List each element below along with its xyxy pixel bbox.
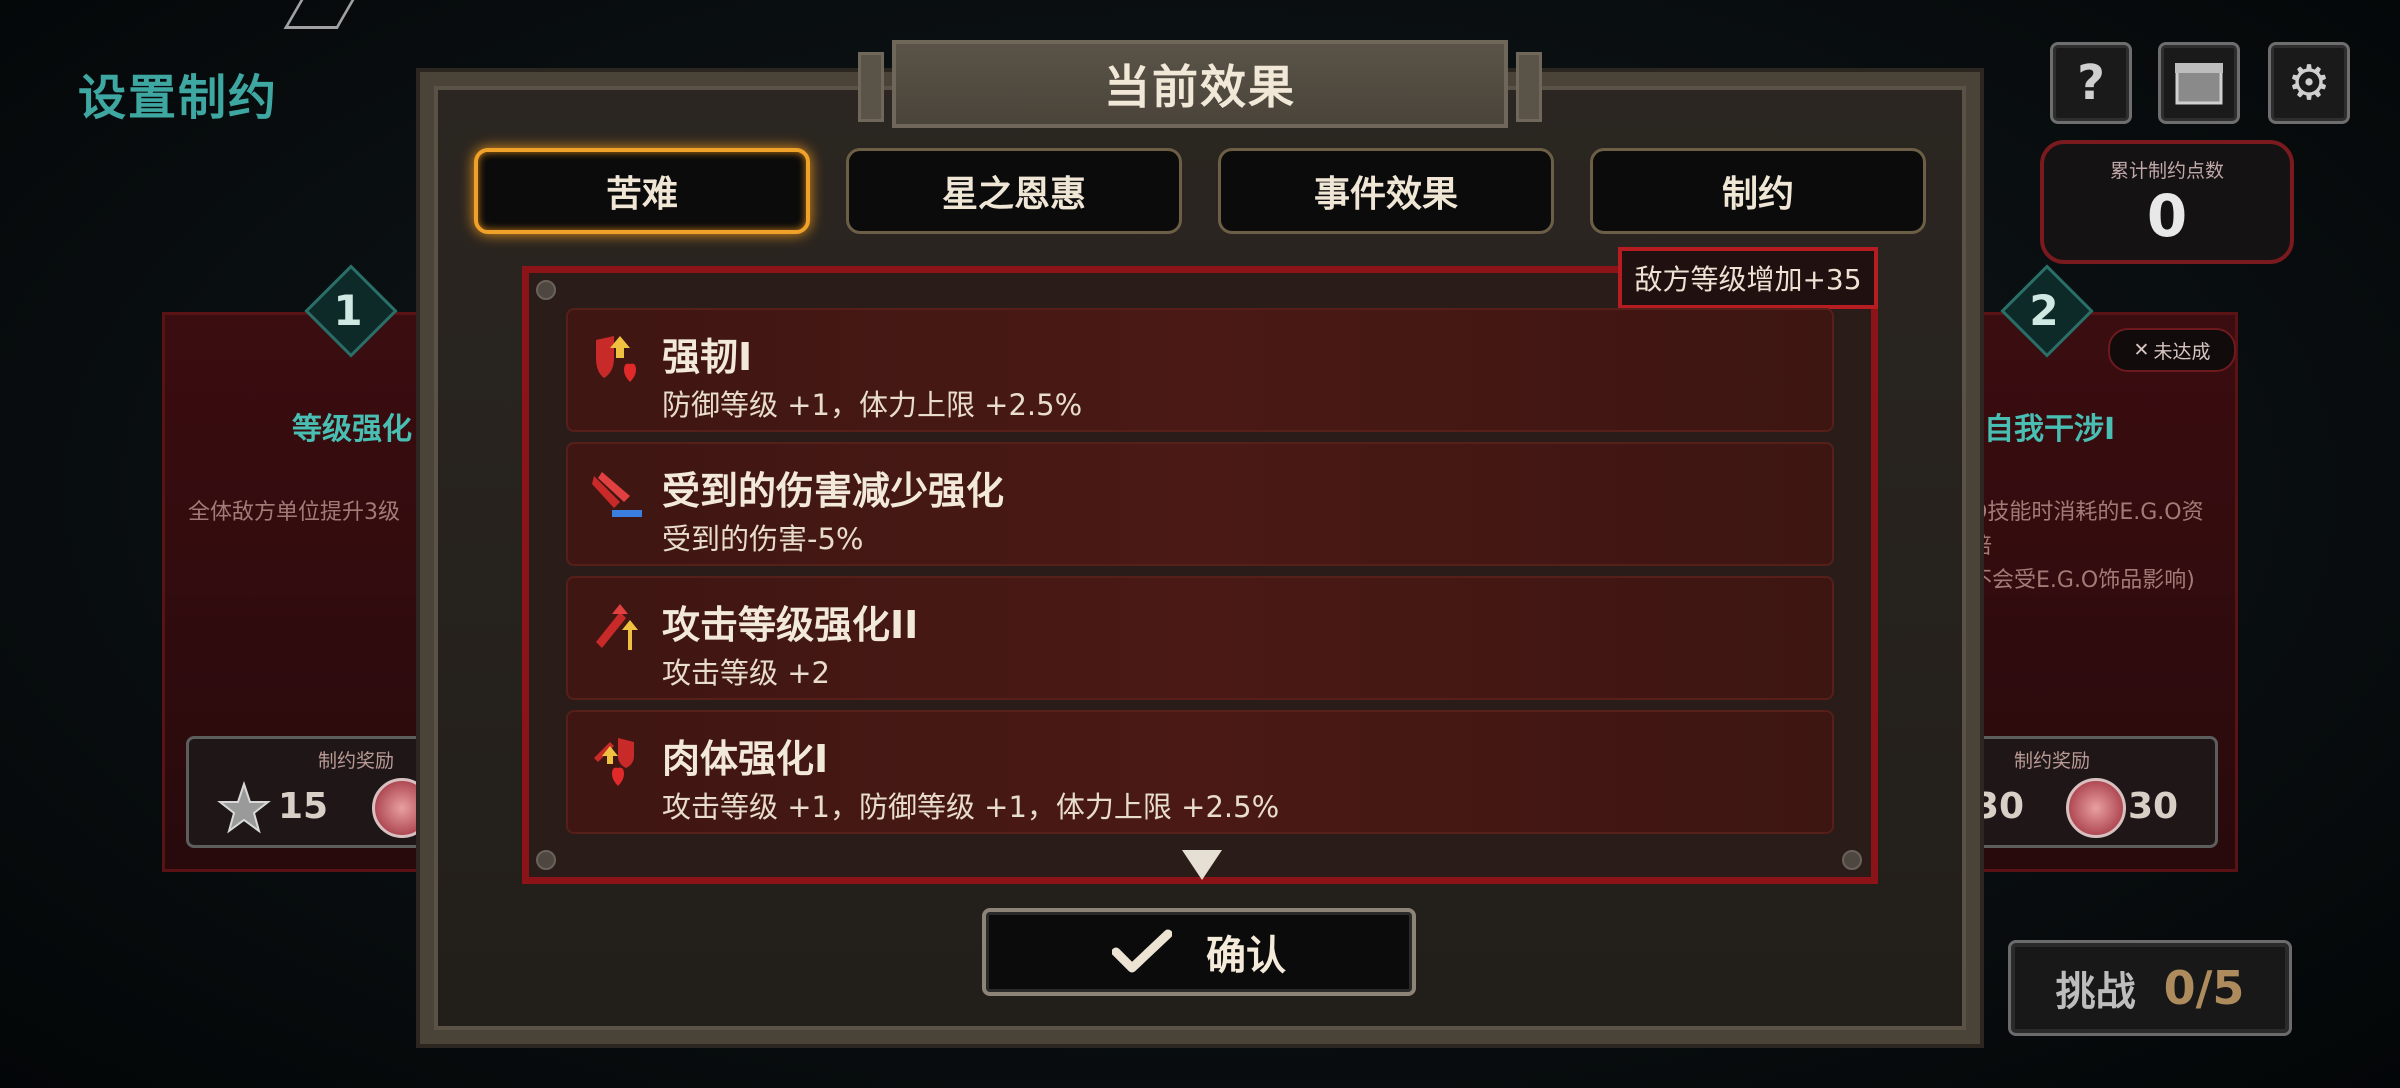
reward-label: 制约奖励 xyxy=(318,750,395,772)
title-plate-cap-right xyxy=(1516,52,1542,122)
scroll-down-icon[interactable] xyxy=(1182,850,1222,880)
status-text: 未达成 xyxy=(2153,340,2211,363)
challenge-label: 挑战 xyxy=(2055,969,2136,1015)
counter-value: 0 xyxy=(2146,182,2188,250)
effect-desc: 攻击等级 +1，防御等级 +1，体力上限 +2.5% xyxy=(662,790,1280,824)
card-name: 等级强化 xyxy=(292,412,412,447)
reward-value: 30 xyxy=(2128,786,2179,827)
card-number: 2 xyxy=(2029,286,2059,335)
body-up-icon xyxy=(594,738,634,786)
reward-label: 制约奖励 xyxy=(2014,750,2091,772)
star-icon xyxy=(217,780,271,834)
effect-desc: 防御等级 +1，体力上限 +2.5% xyxy=(662,388,1083,422)
flower-icon xyxy=(2066,778,2126,838)
card-desc-line: O技能时消耗的E.G.O资 xyxy=(1970,500,2204,525)
effect-row: 攻击等级强化II 攻击等级 +2 xyxy=(566,576,1834,700)
tab-star-grace[interactable]: 星之恩惠 xyxy=(846,148,1182,234)
box-icon xyxy=(2175,63,2223,105)
enemy-level-tag: 敌方等级增加+35 xyxy=(1618,247,1878,309)
settings-button[interactable]: ⚙ xyxy=(2268,42,2350,124)
help-button[interactable]: ? xyxy=(2050,42,2132,124)
effect-title: 受到的伤害减少强化 xyxy=(662,469,1005,513)
inventory-button[interactable] xyxy=(2158,42,2240,124)
page-title: 设置制约 xyxy=(78,70,279,126)
gear-icon: ⚙ xyxy=(2287,55,2331,111)
effect-desc: 攻击等级 +2 xyxy=(662,656,830,690)
tab-hardship[interactable]: 苦难 xyxy=(474,148,810,234)
effect-title: 攻击等级强化II xyxy=(662,603,919,647)
effect-desc: 受到的伤害-5% xyxy=(662,522,864,556)
challenge-button[interactable]: 挑战 0/5 xyxy=(2008,940,2292,1036)
checkmark-icon xyxy=(1112,929,1172,973)
status-badge: ✕ 未达成 xyxy=(2108,328,2236,372)
tab-constraints[interactable]: 制约 xyxy=(1590,148,1926,234)
constraint-points-counter: 累计制约点数 0 xyxy=(2040,140,2294,264)
close-icon: ✕ xyxy=(2133,339,2150,361)
dialog-title: 当前效果 xyxy=(1104,60,1296,114)
effect-row: 肉体强化I 攻击等级 +1，防御等级 +1，体力上限 +2.5% xyxy=(566,710,1834,834)
effect-row: 受到的伤害减少强化 受到的伤害-5% xyxy=(566,442,1834,566)
confirm-button[interactable]: 确认 xyxy=(982,908,1416,996)
card-name: 自我干涉I xyxy=(1984,412,2116,447)
confirm-label: 确认 xyxy=(1206,933,1286,979)
dialog-title-plate: 当前效果 xyxy=(892,40,1508,128)
title-plate-cap-left xyxy=(858,52,884,122)
card-number: 1 xyxy=(333,286,363,335)
effect-title: 强韧I xyxy=(662,335,753,379)
tab-event-effects[interactable]: 事件效果 xyxy=(1218,148,1554,234)
damage-reduce-icon xyxy=(592,472,642,517)
effect-row: 强韧I 防御等级 +1，体力上限 +2.5% xyxy=(566,308,1834,432)
effect-title: 肉体强化I xyxy=(662,737,829,781)
card-desc: 全体敌方单位提升3级 xyxy=(188,500,400,525)
question-icon: ? xyxy=(2077,55,2105,111)
shield-heart-up-icon xyxy=(596,336,636,382)
screw xyxy=(1842,850,1862,870)
attack-up-icon xyxy=(596,604,638,650)
challenge-count: 0/5 xyxy=(2163,961,2245,1015)
reward-value: 15 xyxy=(278,786,329,827)
screw xyxy=(536,850,556,870)
counter-label: 累计制约点数 xyxy=(2109,160,2224,182)
screw xyxy=(536,280,556,300)
reward-value: 30 xyxy=(1974,786,2025,827)
card-desc-line: 不会受E.G.O饰品影响) xyxy=(1970,568,2195,593)
